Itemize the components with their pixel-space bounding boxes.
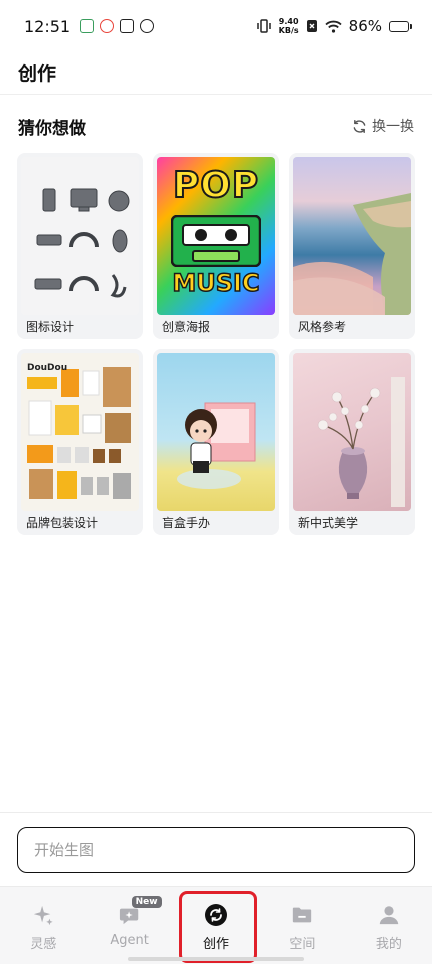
tab-label: Agent bbox=[110, 933, 149, 948]
refresh-label: 换一换 bbox=[372, 119, 414, 135]
status-left: 12:51 bbox=[24, 16, 155, 36]
card-label: 图标设计 bbox=[26, 320, 75, 334]
card-label: 盲盒手办 bbox=[162, 516, 211, 530]
net-speed-unit: KB/s bbox=[278, 26, 299, 35]
poster-bottom-text: MUSIC bbox=[172, 268, 261, 298]
page-title: 创作 bbox=[18, 62, 57, 85]
title-divider bbox=[0, 94, 432, 95]
card-blind-box[interactable]: 盲盒手办 bbox=[153, 349, 279, 535]
link-app-icon bbox=[140, 19, 155, 33]
new-chinese-aesthetics-thumbnail bbox=[293, 353, 411, 511]
prompt-input[interactable] bbox=[17, 827, 415, 873]
tab-agent[interactable]: New Agent bbox=[86, 887, 172, 964]
notification-app-icon bbox=[80, 19, 95, 33]
card-label: 风格参考 bbox=[298, 320, 347, 334]
refresh-icon bbox=[353, 119, 366, 133]
section-title: 猜你想做 bbox=[18, 118, 86, 139]
card-icon-design[interactable]: 图标设计 bbox=[17, 153, 143, 339]
wallet-app-icon bbox=[120, 19, 135, 33]
style-reference-thumbnail bbox=[293, 157, 411, 315]
brand-name: DouDou bbox=[27, 363, 68, 373]
card-label: 新中式美学 bbox=[298, 516, 359, 530]
card-style-reference[interactable]: 风格参考 bbox=[289, 153, 415, 339]
battery-icon bbox=[389, 20, 412, 32]
card-creative-poster[interactable]: POP MUSIC 创意海报 bbox=[153, 153, 279, 339]
create-icon bbox=[204, 903, 228, 927]
home-indicator[interactable] bbox=[128, 957, 304, 961]
brand-packaging-thumbnail: DouDou bbox=[21, 353, 139, 511]
status-right: 9.40 KB/s 86% bbox=[256, 17, 412, 35]
bottom-tab-bar: 灵感 New Agent 创作 空间 我的 bbox=[0, 886, 432, 964]
wifi-icon bbox=[325, 20, 342, 33]
person-icon bbox=[377, 903, 401, 927]
page-title-bar: 创作 bbox=[0, 52, 432, 92]
net-speed: 9.40 KB/s bbox=[279, 17, 299, 35]
section-header: 猜你想做 换一换 bbox=[18, 110, 414, 142]
net-speed-value: 9.40 bbox=[278, 17, 299, 26]
refresh-button[interactable]: 换一换 bbox=[352, 116, 414, 136]
icon-design-thumbnail bbox=[21, 157, 139, 315]
weibo-icon bbox=[100, 19, 115, 33]
card-label: 品牌包装设计 bbox=[26, 516, 99, 530]
poster-top-text: POP bbox=[172, 164, 260, 207]
tab-profile[interactable]: 我的 bbox=[346, 887, 432, 964]
tab-create[interactable]: 创作 bbox=[173, 887, 259, 964]
creative-poster-thumbnail: POP MUSIC bbox=[157, 157, 275, 315]
tab-label: 我的 bbox=[375, 937, 402, 952]
tab-label: 空间 bbox=[289, 937, 316, 952]
vibrate-icon bbox=[256, 19, 271, 33]
input-divider bbox=[0, 812, 432, 813]
no-sim-icon bbox=[306, 20, 317, 32]
blind-box-thumbnail bbox=[157, 353, 275, 511]
card-label: 创意海报 bbox=[162, 320, 211, 334]
battery-percent: 86% bbox=[348, 17, 382, 35]
status-bar: 12:51 9.40 KB/s 86% bbox=[0, 0, 432, 52]
card-brand-packaging[interactable]: DouDou 品牌包装设计 bbox=[17, 349, 143, 535]
tab-inspiration[interactable]: 灵感 bbox=[0, 887, 86, 964]
status-time: 12:51 bbox=[24, 16, 71, 36]
card-new-chinese-aesthetics[interactable]: 新中式美学 bbox=[289, 349, 415, 535]
tab-space[interactable]: 空间 bbox=[259, 887, 345, 964]
new-badge: New bbox=[131, 896, 162, 908]
suggestion-grid: 图标设计 POP MUSIC 创意海报 风格参考 DouDou 品牌包装设计 盲… bbox=[17, 153, 415, 535]
folder-icon bbox=[290, 903, 314, 927]
tab-label: 灵感 bbox=[30, 937, 57, 952]
tab-label: 创作 bbox=[203, 937, 230, 952]
sparkle-icon bbox=[31, 903, 55, 927]
